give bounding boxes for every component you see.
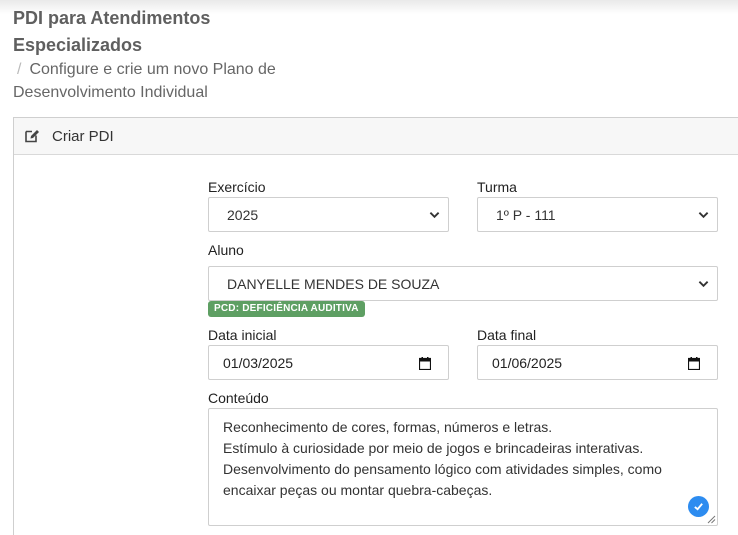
edit-icon <box>24 128 40 144</box>
breadcrumb-text: Configure e crie um novo Plano de Desenv… <box>13 61 276 101</box>
conteudo-line: Estímulo à curiosidade por meio de jogos… <box>223 440 644 456</box>
card-header: Criar PDI <box>14 118 738 155</box>
conteudo-line: Reconhecimento de cores, formas, números… <box>223 419 553 435</box>
conteudo-line: Desenvolvimento do pensamento lógico com… <box>223 461 662 477</box>
exercicio-select[interactable]: 2025 <box>208 197 449 232</box>
chevron-down-icon <box>698 212 709 219</box>
data-final-value: 01/06/2025 <box>492 354 563 371</box>
exercicio-value: 2025 <box>227 206 259 223</box>
calendar-icon[interactable] <box>688 357 700 370</box>
chevron-down-icon <box>698 281 709 288</box>
page-title: PDI para Atendimentos Especializados <box>13 8 211 55</box>
calendar-icon[interactable] <box>419 357 431 370</box>
chevron-down-icon <box>429 212 440 219</box>
data-final-input[interactable]: 01/06/2025 <box>477 345 718 380</box>
aluno-select[interactable]: DANYELLE MENDES DE SOUZA <box>208 266 718 301</box>
conteudo-textarea[interactable]: Reconhecimento de cores, formas, números… <box>208 408 718 526</box>
card-title: Criar PDI <box>52 127 114 145</box>
data-inicial-input[interactable]: 01/03/2025 <box>208 345 449 380</box>
aluno-value: DANYELLE MENDES DE SOUZA <box>227 275 440 292</box>
breadcrumb-separator: / <box>17 61 22 78</box>
pcd-badge: PCD: DEFICIÊNCIA AUDITIVA <box>208 301 365 317</box>
turma-label: Turma <box>477 179 517 195</box>
data-inicial-value: 01/03/2025 <box>223 354 294 371</box>
resize-handle-icon[interactable] <box>706 514 716 524</box>
aluno-label: Aluno <box>208 242 244 258</box>
breadcrumb: / Configure e crie um novo Plano de Desen… <box>13 58 313 104</box>
data-final-label: Data final <box>477 327 537 343</box>
turma-select[interactable]: 1º P - 111 <box>477 197 718 232</box>
data-inicial-label: Data inicial <box>208 327 277 343</box>
conteudo-line: encaixar peças ou montar quebra-cabeças. <box>223 482 493 498</box>
conteudo-label: Conteúdo <box>208 390 269 406</box>
turma-value: 1º P - 111 <box>496 206 556 223</box>
exercicio-label: Exercício <box>208 179 266 195</box>
